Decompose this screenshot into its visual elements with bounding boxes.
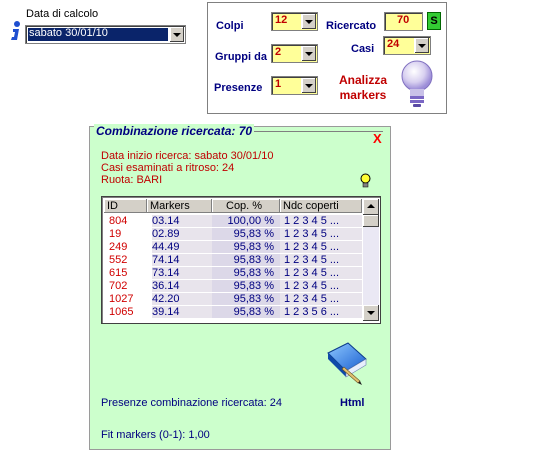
info-cases: Casi esaminati a ritroso: 24 <box>101 162 235 174</box>
row-ndc: 1 2 3 4 5 ... <box>280 254 362 266</box>
row-coverage: 95,83 % <box>212 306 280 318</box>
row-ndc: 1 2 3 4 5 ... <box>280 215 362 227</box>
result-title: Combinazione ricercata: 70 <box>94 124 255 138</box>
row-coverage: 95,83 % <box>212 267 280 279</box>
table-row[interactable]: 615 73.14 95,83 % 1 2 3 4 5 ... <box>104 267 362 279</box>
analizza-markers-button[interactable]: Analizza markers <box>333 73 393 103</box>
presenze-value: 1 <box>275 78 282 90</box>
s-button[interactable]: S <box>427 12 441 30</box>
date-label: Data di calcolo <box>26 8 99 20</box>
table-row[interactable]: 19 02.89 95,83 % 1 2 3 4 5 ... <box>104 228 362 240</box>
row-id: 804 <box>109 215 128 227</box>
lightbulb-icon[interactable] <box>397 59 437 109</box>
table-row[interactable]: 552 74.14 95,83 % 1 2 3 4 5 ... <box>104 254 362 266</box>
table-row[interactable]: 702 36.14 95,83 % 1 2 3 4 5 ... <box>104 280 362 292</box>
col-header-cop[interactable]: Cop. % <box>212 199 280 213</box>
row-ndc: 1 2 3 4 5 ... <box>280 293 362 305</box>
book-icon[interactable] <box>324 339 370 387</box>
gruppi-label: Gruppi da <box>215 51 267 63</box>
row-coverage: 95,83 % <box>212 254 280 266</box>
scroll-thumb[interactable] <box>363 215 379 227</box>
ricercato-label: Ricercato <box>326 20 377 32</box>
colpi-label: Colpi <box>216 20 244 32</box>
row-markers: 02.89 <box>152 228 214 240</box>
col-header-id[interactable]: ID <box>104 199 147 213</box>
chevron-down-icon[interactable] <box>169 27 184 42</box>
row-coverage: 95,83 % <box>212 280 280 292</box>
row-id: 702 <box>109 280 128 292</box>
casi-select[interactable]: 24 <box>383 36 431 55</box>
ricercato-input[interactable]: 70 <box>384 12 423 31</box>
row-ndc: 1 2 3 4 5 ... <box>280 280 362 292</box>
row-markers: 73.14 <box>152 267 214 279</box>
row-markers: 39.14 <box>152 306 214 318</box>
info-start-date: Data inizio ricerca: sabato 30/01/10 <box>101 150 274 162</box>
col-header-ndc[interactable]: Ndc coperti <box>280 199 362 213</box>
row-id: 552 <box>109 254 128 266</box>
date-select-value: sabato 30/01/10 <box>29 27 108 39</box>
row-ndc: 1 2 3 4 5 ... <box>280 267 362 279</box>
row-markers: 42.20 <box>152 293 214 305</box>
chevron-down-icon[interactable] <box>301 46 316 61</box>
chevron-down-icon[interactable] <box>301 14 316 29</box>
scroll-up-button[interactable] <box>363 199 379 215</box>
row-coverage: 95,83 % <box>212 293 280 305</box>
row-id: 615 <box>109 267 128 279</box>
colpi-select[interactable]: 12 <box>271 12 318 31</box>
row-ndc: 1 2 3 4 5 ... <box>280 228 362 240</box>
analizza-line2: markers <box>339 88 387 102</box>
table-row[interactable]: 1027 42.20 95,83 % 1 2 3 4 5 ... <box>104 293 362 305</box>
chevron-down-icon[interactable] <box>301 78 316 93</box>
date-select[interactable]: sabato 30/01/10 <box>25 25 186 44</box>
html-export-button[interactable]: Html <box>340 397 364 409</box>
presenze-summary: Presenze combinazione ricercata: 24 <box>101 397 282 409</box>
row-markers: 36.14 <box>152 280 214 292</box>
table-row[interactable]: 249 44.49 95,83 % 1 2 3 4 5 ... <box>104 241 362 253</box>
fit-markers: Fit markers (0-1): 1,00 <box>101 429 210 441</box>
presenze-select[interactable]: 1 <box>271 76 318 95</box>
row-ndc: 1 2 3 4 5 ... <box>280 241 362 253</box>
casi-value: 24 <box>387 38 400 50</box>
close-icon[interactable]: X <box>373 131 382 146</box>
table-row[interactable]: 1065 39.14 95,83 % 1 2 3 5 6 ... <box>104 306 362 318</box>
ricercato-value: 70 <box>397 14 410 26</box>
gruppi-value: 2 <box>275 46 282 58</box>
row-id: 249 <box>109 241 128 253</box>
casi-label: Casi <box>351 43 375 55</box>
col-header-markers[interactable]: Markers <box>147 199 212 213</box>
scroll-down-button[interactable] <box>363 305 379 321</box>
info-ruota: Ruota: BARI <box>101 174 163 186</box>
row-markers: 03.14 <box>152 215 214 227</box>
row-coverage: 95,83 % <box>212 241 280 253</box>
vertical-scrollbar[interactable] <box>363 199 379 321</box>
table-row[interactable]: 804 03.14 100,00 % 1 2 3 4 5 ... <box>104 215 362 227</box>
row-markers: 44.49 <box>152 241 214 253</box>
row-markers: 74.14 <box>152 254 214 266</box>
presenze-label: Presenze <box>214 82 263 94</box>
info-icon <box>11 21 20 40</box>
row-ndc: 1 2 3 5 6 ... <box>280 306 362 318</box>
lightbulb-icon[interactable] <box>360 173 371 189</box>
row-id: 1065 <box>109 306 134 318</box>
row-coverage: 95,83 % <box>212 228 280 240</box>
chevron-down-icon[interactable] <box>414 38 429 53</box>
analizza-line1: Analizza <box>338 73 387 87</box>
row-id: 1027 <box>109 293 134 305</box>
row-coverage: 100,00 % <box>212 215 280 227</box>
row-id: 19 <box>109 228 122 240</box>
colpi-value: 12 <box>275 14 288 26</box>
results-grid[interactable]: ID Markers Cop. % Ndc coperti 804 03.14 10… <box>101 196 381 324</box>
gruppi-select[interactable]: 2 <box>271 44 318 63</box>
